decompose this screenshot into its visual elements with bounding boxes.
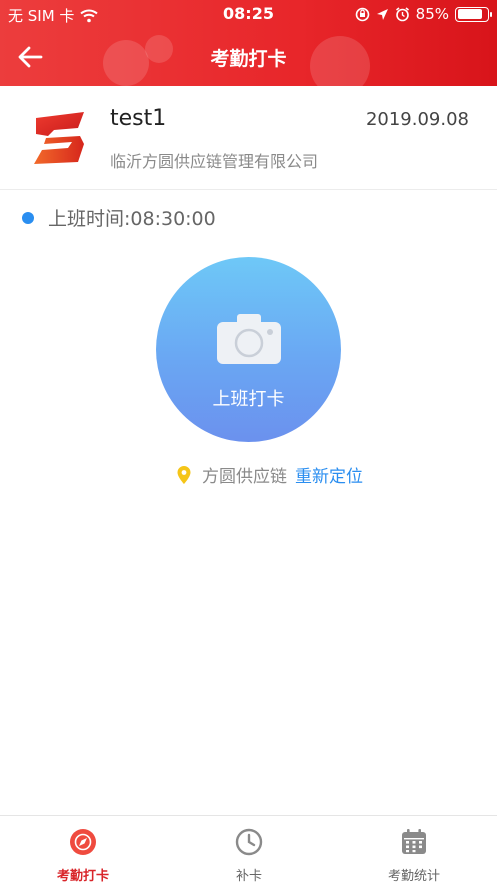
status-bar: 无 SIM 卡 08:25 85%	[0, 0, 497, 30]
tab-label: 考勤打卡	[56, 869, 109, 883]
company-name: 临沂方圆供应链管理有限公司	[110, 152, 319, 171]
tab-attendance-punch[interactable]: 考勤打卡	[0, 816, 166, 883]
camera-icon	[217, 314, 281, 364]
tab-label: 补卡	[235, 869, 262, 883]
tab-makeup-punch[interactable]: 补卡	[166, 816, 332, 883]
map-pin-icon	[177, 465, 191, 484]
clock-icon	[235, 828, 263, 856]
punch-in-button[interactable]: 上班打卡	[156, 257, 341, 442]
orientation-lock-icon	[355, 7, 369, 21]
status-dot	[22, 211, 34, 224]
relocate-link[interactable]: 重新定位	[295, 462, 363, 487]
tab-label: 考勤统计	[387, 869, 440, 883]
nav-bar: 考勤打卡	[0, 30, 497, 86]
company-logo	[34, 112, 84, 164]
compass-icon	[70, 829, 96, 855]
work-time-label: 上班时间:08:30:00	[48, 208, 216, 230]
username: test1	[110, 106, 167, 131]
punch-in-label: 上班打卡	[212, 389, 285, 410]
battery-percent: 85%	[415, 5, 449, 23]
tab-attendance-stats[interactable]: 考勤统计	[331, 816, 497, 883]
location-row: 方圆供应链 重新定位	[176, 462, 363, 487]
alarm-icon	[395, 6, 409, 21]
work-time-row: 上班时间:08:30:00	[22, 204, 216, 231]
app-header: 无 SIM 卡 08:25 85% 考勤打卡	[0, 0, 497, 86]
battery-icon	[455, 6, 492, 22]
current-date: 2019.09.08	[365, 109, 469, 130]
location-arrow-icon	[376, 8, 388, 20]
page-title: 考勤打卡	[210, 48, 287, 70]
location-name: 方圆供应链	[202, 467, 287, 487]
tab-bar: 考勤打卡 补卡 考勤统计	[0, 815, 497, 883]
profile-card: test1 临沂方圆供应链管理有限公司 2019.09.08	[0, 86, 497, 190]
calendar-icon	[402, 829, 426, 854]
